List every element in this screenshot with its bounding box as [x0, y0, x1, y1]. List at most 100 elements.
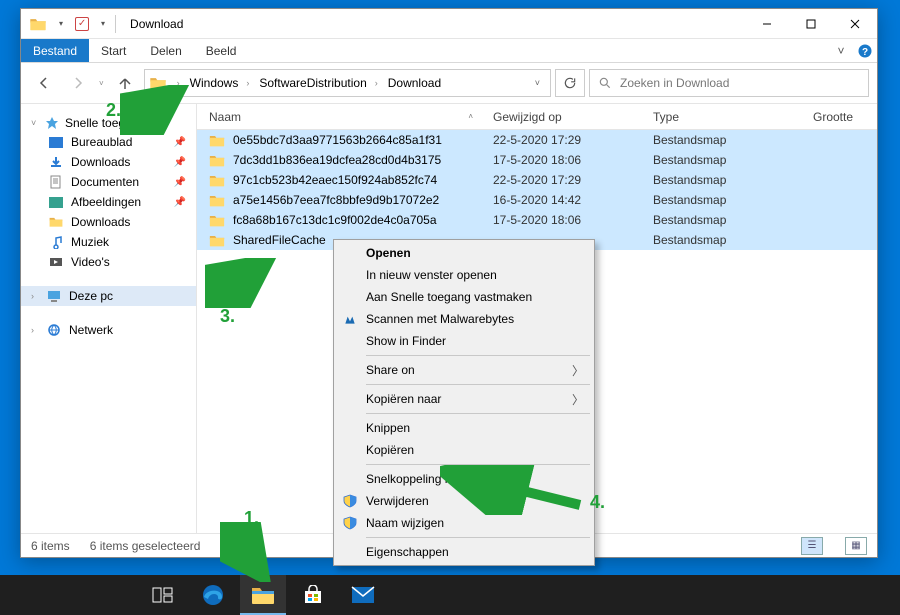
- address-row: ˅ › Windows› SoftwareDistribution› Downl…: [21, 63, 877, 103]
- menu-cut[interactable]: Knippen: [336, 417, 592, 439]
- menu-properties[interactable]: Eigenschappen: [336, 541, 592, 563]
- folder-icon: [209, 154, 225, 167]
- details-view-button[interactable]: ☰: [801, 537, 823, 555]
- menu-pin-quick-access[interactable]: Aan Snelle toegang vastmaken: [336, 286, 592, 308]
- breadcrumb-item[interactable]: Windows›: [186, 70, 254, 96]
- file-name: a75e1456b7eea7fc8bbfe9d9b17072e2: [233, 193, 439, 207]
- sidebar-item-documents[interactable]: Documenten📌: [21, 172, 196, 192]
- taskbar-taskview[interactable]: [140, 575, 186, 615]
- folder-icon: [209, 194, 225, 207]
- tab-home[interactable]: Start: [89, 39, 138, 62]
- menu-copy-to[interactable]: Kopiëren naar〉: [336, 388, 592, 410]
- menu-rename[interactable]: Naam wijzigen: [336, 512, 592, 534]
- close-button[interactable]: [833, 10, 877, 38]
- network-icon: [47, 323, 61, 337]
- history-dropdown-icon[interactable]: ˅: [97, 79, 106, 88]
- context-menu: Openen In nieuw venster openen Aan Snell…: [333, 239, 595, 566]
- menu-delete[interactable]: Verwijderen: [336, 490, 592, 512]
- file-type: Bestandsmap: [653, 233, 813, 247]
- taskbar-explorer[interactable]: [240, 575, 286, 615]
- sidebar-item-videos[interactable]: Video's: [21, 252, 196, 272]
- qat-properties-icon[interactable]: ✓: [75, 17, 89, 31]
- ribbon-collapse-icon[interactable]: ˅: [829, 39, 853, 62]
- up-button[interactable]: [110, 69, 140, 97]
- file-modified: 17-5-2020 18:06: [493, 153, 653, 167]
- column-type[interactable]: Type: [653, 110, 813, 124]
- file-type: Bestandsmap: [653, 153, 813, 167]
- taskbar-mail[interactable]: [340, 575, 386, 615]
- file-name: SharedFileCache: [233, 233, 326, 247]
- folder-icon: [209, 174, 225, 187]
- sidebar-item-pictures[interactable]: Afbeeldingen📌: [21, 192, 196, 212]
- taskbar-store[interactable]: [290, 575, 336, 615]
- status-selected: 6 items geselecteerd: [90, 539, 201, 553]
- address-bar[interactable]: › Windows› SoftwareDistribution› Downloa…: [144, 69, 551, 97]
- tab-view[interactable]: Beeld: [194, 39, 249, 62]
- sidebar-item-music[interactable]: Muziek: [21, 232, 196, 252]
- sort-caret-icon: ˄: [468, 112, 473, 121]
- shield-icon: [342, 515, 358, 531]
- file-type: Bestandsmap: [653, 173, 813, 187]
- file-name: 97c1cb523b42eaec150f924ab852fc74: [233, 173, 437, 187]
- status-items: 6 items: [31, 539, 70, 553]
- file-tab[interactable]: Bestand: [21, 39, 89, 62]
- forward-button[interactable]: [63, 69, 93, 97]
- folder-icon: [209, 234, 225, 247]
- file-type: Bestandsmap: [653, 193, 813, 207]
- address-dropdown-icon[interactable]: ˅: [529, 78, 546, 88]
- menu-share-on[interactable]: Share on〉: [336, 359, 592, 381]
- downloads-icon: [49, 155, 63, 169]
- app-folder-icon: [29, 17, 47, 31]
- annotation-label: 3.: [220, 306, 235, 327]
- file-row[interactable]: a75e1456b7eea7fc8bbfe9d9b17072e2 16-5-202…: [197, 190, 877, 210]
- column-size[interactable]: Grootte: [813, 110, 877, 124]
- sidebar-network[interactable]: › Netwerk: [21, 320, 196, 340]
- search-icon: [598, 76, 612, 90]
- breadcrumb-root-chevron[interactable]: ›: [169, 70, 184, 96]
- menu-scan-malwarebytes[interactable]: Scannen met Malwarebytes: [336, 308, 592, 330]
- icons-view-button[interactable]: ▦: [845, 537, 867, 555]
- sidebar-this-pc[interactable]: › Deze pc: [21, 286, 196, 306]
- taskbar-edge[interactable]: [190, 575, 236, 615]
- menu-new-window[interactable]: In nieuw venster openen: [336, 264, 592, 286]
- maximize-button[interactable]: [789, 10, 833, 38]
- navigation-pane: ˅ Snelle toegang Bureaublad📌 Downloads📌 …: [21, 104, 197, 533]
- file-row[interactable]: fc8a68b167c13dc1c9f002de4c0a705a17-5-202…: [197, 210, 877, 230]
- help-icon[interactable]: ?: [853, 39, 877, 62]
- column-modified[interactable]: Gewijzigd op: [493, 110, 653, 124]
- tab-share[interactable]: Delen: [138, 39, 193, 62]
- sidebar-item-downloads-folder[interactable]: Downloads: [21, 212, 196, 232]
- file-row[interactable]: 97c1cb523b42eaec150f924ab852fc74 22-5-202…: [197, 170, 877, 190]
- minimize-button[interactable]: [745, 10, 789, 38]
- pin-icon: 📌: [174, 177, 186, 188]
- file-name: 7dc3dd1b836ea19dcfea28cd0d4b3175: [233, 153, 441, 167]
- file-modified: 22-5-2020 17:29: [493, 173, 653, 187]
- video-icon: [49, 255, 63, 269]
- sidebar-item-downloads[interactable]: Downloads📌: [21, 152, 196, 172]
- file-modified: 16-5-2020 14:42: [493, 193, 653, 207]
- pictures-icon: [49, 197, 63, 208]
- qat-dropdown-icon[interactable]: ▾: [97, 19, 109, 28]
- file-row[interactable]: 7dc3dd1b836ea19dcfea28cd0d4b3175 17-5-202…: [197, 150, 877, 170]
- back-button[interactable]: [29, 69, 59, 97]
- breadcrumb-item[interactable]: Download: [384, 70, 445, 96]
- menu-copy[interactable]: Kopiëren: [336, 439, 592, 461]
- pin-icon: 📌: [174, 137, 186, 148]
- qat-dropdown-icon[interactable]: ▾: [55, 19, 67, 28]
- search-input[interactable]: Zoeken in Download: [589, 69, 869, 97]
- title-bar: ▾ ✓ ▾ Download: [21, 9, 877, 39]
- sidebar-item-desktop[interactable]: Bureaublad📌: [21, 132, 196, 152]
- menu-open[interactable]: Openen: [336, 242, 592, 264]
- menu-show-in-finder[interactable]: Show in Finder: [336, 330, 592, 352]
- file-name: 0e55bdc7d3aa9771563b2664c85a1f31: [233, 133, 442, 147]
- pin-icon: 📌: [174, 197, 186, 208]
- column-headers[interactable]: Naam ˄ Gewijzigd op Type Grootte: [197, 104, 877, 130]
- file-modified: 17-5-2020 18:06: [493, 213, 653, 227]
- menu-create-shortcut[interactable]: Snelkoppeling maken: [336, 468, 592, 490]
- refresh-button[interactable]: [555, 69, 585, 97]
- malwarebytes-icon: [342, 311, 358, 327]
- column-name[interactable]: Naam: [209, 110, 241, 124]
- breadcrumb-item[interactable]: SoftwareDistribution›: [255, 70, 381, 96]
- folder-icon: [149, 76, 167, 90]
- file-row[interactable]: 0e55bdc7d3aa9771563b2664c85a1f3122-5-202…: [197, 130, 877, 150]
